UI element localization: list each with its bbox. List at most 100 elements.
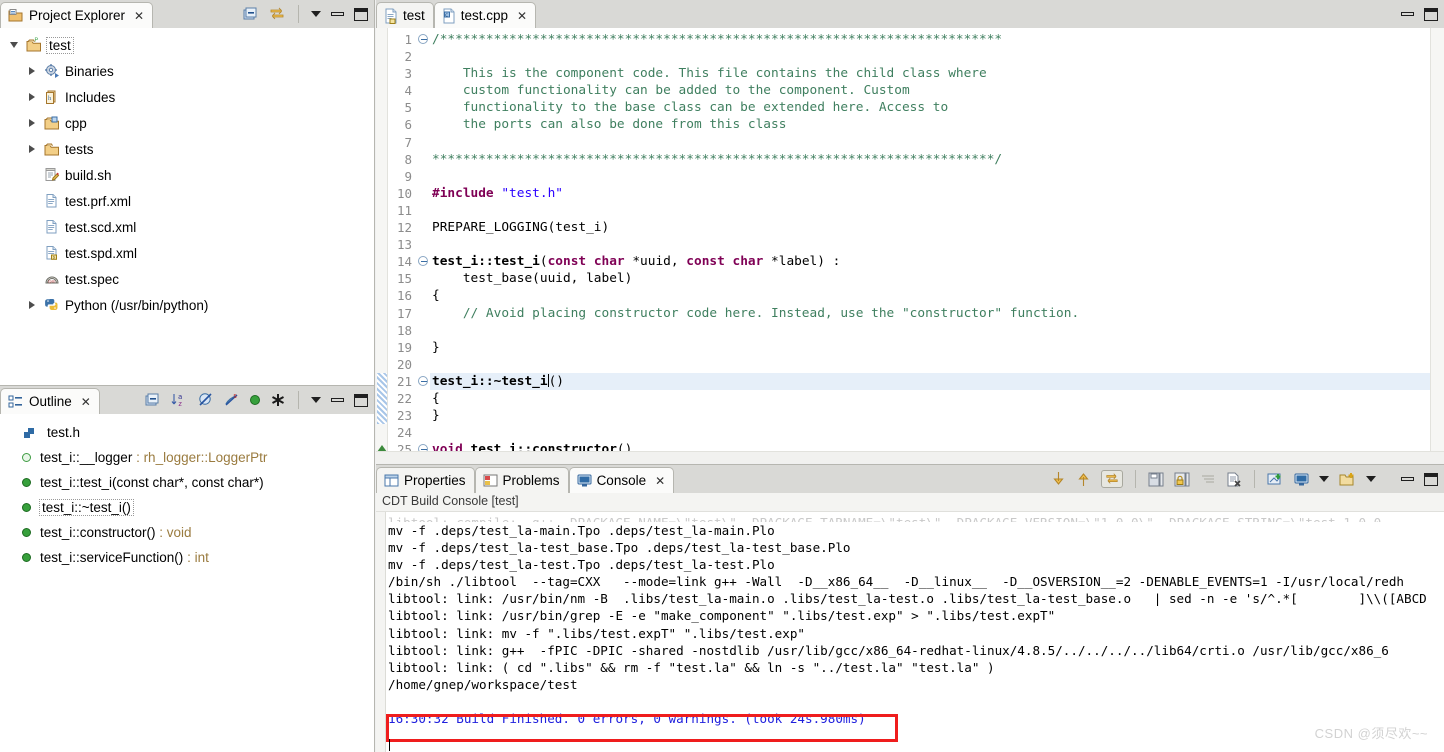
maximize-icon[interactable] xyxy=(1424,7,1438,21)
tab-console[interactable]: Console ✕ xyxy=(568,467,675,493)
maximize-icon[interactable] xyxy=(354,393,368,407)
console-output[interactable]: libtool: compile: g++ -DPACKAGE_NAME=\"t… xyxy=(386,512,1444,752)
twisty-collapsed-icon[interactable] xyxy=(24,67,40,75)
save-console-icon[interactable] xyxy=(1148,472,1164,487)
maximize-icon[interactable] xyxy=(1424,472,1438,486)
annotation-ruler[interactable] xyxy=(376,28,388,463)
tree-item-test[interactable]: rpm test.spec xyxy=(0,266,374,292)
view-menu-icon[interactable] xyxy=(311,397,321,403)
code-line[interactable] xyxy=(430,236,1444,253)
code-area[interactable]: 1 2 3 4 5 6 7 8 9 10 11 12 13 14 15 16 17 18 19 20 21 22 23 24 2… xyxy=(376,28,1444,463)
sort-icon[interactable]: a z xyxy=(170,392,188,408)
collapse-all-icon[interactable] xyxy=(242,6,258,22)
code-line[interactable]: This is the component code. This file co… xyxy=(430,65,1444,82)
code-line[interactable]: functionality to the base class can be e… xyxy=(430,99,1444,116)
link-with-editor-icon[interactable] xyxy=(268,6,286,22)
twisty-expanded-icon[interactable] xyxy=(6,42,22,48)
code-line[interactable]: ****************************************… xyxy=(430,151,1444,168)
tree-item-tests[interactable]: tests xyxy=(0,136,374,162)
code-line[interactable] xyxy=(430,322,1444,339)
open-console-icon[interactable] xyxy=(1267,472,1284,487)
source-text[interactable]: /***************************************… xyxy=(430,28,1444,463)
code-line[interactable]: custom functionality can be added to the… xyxy=(430,82,1444,99)
tree-item-test[interactable]: Ptest xyxy=(0,32,374,58)
maximize-icon[interactable] xyxy=(354,7,368,21)
new-console-icon[interactable] xyxy=(1339,472,1356,487)
fold-collapse-icon[interactable] xyxy=(418,256,428,267)
scroll-lock-down-icon[interactable] xyxy=(1051,471,1066,487)
outline-item[interactable]: test_i::constructor() : void xyxy=(0,520,374,545)
fold-collapse-icon[interactable] xyxy=(418,376,428,386)
fold-collapse-icon[interactable] xyxy=(418,34,428,44)
code-line[interactable]: #include "test.h" xyxy=(430,185,1444,202)
hide-nonpublic-icon[interactable] xyxy=(250,395,260,405)
editor-tab-test[interactable]: test xyxy=(376,2,434,28)
outline-item[interactable]: test_i::~test_i() xyxy=(0,495,374,520)
close-icon[interactable]: ✕ xyxy=(81,395,91,409)
hide-macros-icon[interactable] xyxy=(270,392,286,408)
tab-problems[interactable]: Problems xyxy=(474,467,569,493)
editor-tab-test-cpp[interactable]: c test.cpp ✕ xyxy=(433,2,537,28)
twisty-collapsed-icon[interactable] xyxy=(24,301,40,309)
scroll-up-icon[interactable] xyxy=(1076,471,1091,487)
minimize-icon[interactable] xyxy=(1401,12,1414,16)
code-line[interactable]: test_i::~test_i() xyxy=(430,372,1444,390)
minimize-icon[interactable] xyxy=(1401,477,1414,481)
outline-list[interactable]: test.h test_i::__logger : rh_logger::Logg… xyxy=(0,414,374,752)
tree-item-includes[interactable]: h Includes xyxy=(0,84,374,110)
code-line[interactable] xyxy=(430,424,1444,441)
code-line[interactable]: test_i::test_i(const char *uuid, const c… xyxy=(430,253,1444,270)
close-icon[interactable]: ✕ xyxy=(134,9,144,23)
close-icon[interactable]: ✕ xyxy=(655,474,665,488)
twisty-collapsed-icon[interactable] xyxy=(24,119,40,127)
code-line[interactable]: } xyxy=(430,407,1444,424)
minimize-icon[interactable] xyxy=(331,12,344,16)
hide-static-icon[interactable]: s xyxy=(224,392,240,408)
display-console-icon[interactable] xyxy=(1294,472,1309,487)
tree-item-python[interactable]: Python (/usr/bin/python) xyxy=(0,292,374,318)
tab-properties[interactable]: Properties xyxy=(376,467,475,493)
twisty-collapsed-icon[interactable] xyxy=(24,93,40,101)
outline-item[interactable]: test_i::serviceFunction() : int xyxy=(0,545,374,570)
pin-console-icon[interactable] xyxy=(1101,470,1123,488)
editor-horizontal-scrollbar[interactable] xyxy=(376,451,1444,463)
clear-console-icon[interactable] xyxy=(1226,472,1242,487)
tree-item-cpp[interactable]: cpp xyxy=(0,110,374,136)
project-tree[interactable]: Ptest Binaries h Includes cpp tests build.sh te… xyxy=(0,28,374,385)
folding-ruler[interactable] xyxy=(416,28,430,463)
tree-item-test[interactable]: test.scd.xml xyxy=(0,214,374,240)
display-console-dropdown-icon[interactable] xyxy=(1319,476,1329,482)
tab-outline[interactable]: Outline ✕ xyxy=(0,388,100,414)
code-line[interactable]: the ports can also be done from this cla… xyxy=(430,116,1444,133)
editor-vertical-scrollbar[interactable] xyxy=(1430,28,1444,463)
close-icon[interactable]: ✕ xyxy=(517,9,527,23)
code-line[interactable]: PREPARE_LOGGING(test_i) xyxy=(430,219,1444,236)
collapse-all-icon[interactable] xyxy=(144,392,160,408)
tree-item-test[interactable]: s test.spd.xml xyxy=(0,240,374,266)
code-line[interactable]: { xyxy=(430,390,1444,407)
twisty-collapsed-icon[interactable] xyxy=(24,145,40,153)
tree-item-build[interactable]: build.sh xyxy=(0,162,374,188)
code-line[interactable]: { xyxy=(430,287,1444,304)
minimize-icon[interactable] xyxy=(331,398,344,402)
lock-console-icon[interactable] xyxy=(1174,472,1190,487)
outline-item[interactable]: test.h xyxy=(0,420,374,445)
code-line[interactable] xyxy=(430,134,1444,151)
code-line[interactable]: // Avoid placing constructor code here. … xyxy=(430,305,1444,322)
code-line[interactable]: } xyxy=(430,339,1444,356)
code-line[interactable] xyxy=(430,356,1444,373)
code-line[interactable]: /***************************************… xyxy=(430,31,1444,48)
code-line[interactable] xyxy=(430,202,1444,219)
code-line[interactable]: test_base(uuid, label) xyxy=(430,270,1444,287)
code-line[interactable] xyxy=(430,168,1444,185)
clear-filter-icon[interactable] xyxy=(1200,472,1216,486)
new-console-dropdown-icon[interactable] xyxy=(1366,476,1376,482)
console-body[interactable]: libtool: compile: g++ -DPACKAGE_NAME=\"t… xyxy=(376,512,1444,752)
view-menu-icon[interactable] xyxy=(311,11,321,17)
tree-item-binaries[interactable]: Binaries xyxy=(0,58,374,84)
code-line[interactable] xyxy=(430,48,1444,65)
hide-fields-icon[interactable] xyxy=(198,392,214,408)
tab-project-explorer[interactable]: Project Explorer ✕ xyxy=(0,2,154,28)
outline-item[interactable]: test_i::test_i(const char*, const char*) xyxy=(0,470,374,495)
tree-item-test[interactable]: test.prf.xml xyxy=(0,188,374,214)
